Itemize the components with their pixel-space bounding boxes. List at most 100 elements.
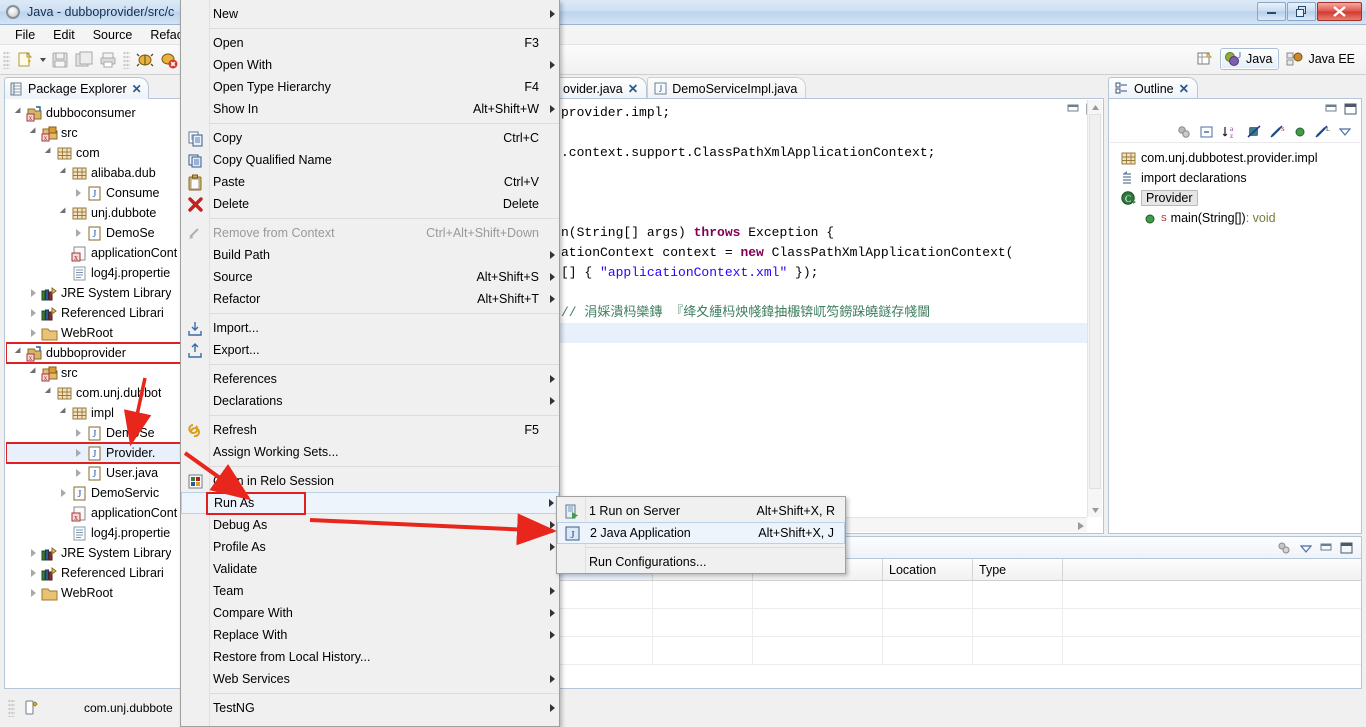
minimize-view-icon[interactable] <box>1320 542 1333 554</box>
editor-vertical-scrollbar[interactable] <box>1087 100 1102 517</box>
perspective-java[interactable]: J Java <box>1220 48 1280 70</box>
column-header-type[interactable]: Type <box>973 559 1063 580</box>
tree-item-src[interactable]: x src <box>6 123 182 143</box>
scroll-right-icon[interactable] <box>1077 520 1085 534</box>
tree-item-referenced-librari[interactable]: Referenced Librari <box>6 563 182 583</box>
menu-item-run-as[interactable]: Run As <box>181 492 559 515</box>
expand-arrow-icon[interactable] <box>42 383 55 403</box>
editor-tab-demoserviceimpl[interactable]: J DemoServiceImpl.java <box>647 77 807 99</box>
new-wizard-dropdown-icon[interactable] <box>37 49 48 71</box>
menu-item-validate[interactable]: Validate <box>181 558 559 580</box>
expand-arrow-icon[interactable] <box>12 103 25 123</box>
tree-item-com-unj-dubbot[interactable]: com.unj.dubbot <box>6 383 182 403</box>
outline-item-import-declarations[interactable]: import declarations <box>1110 168 1360 188</box>
outline-tab[interactable]: Outline ✕ <box>1108 77 1199 99</box>
menu-item-team[interactable]: Team <box>181 580 559 602</box>
view-menu-icon[interactable] <box>1338 124 1352 140</box>
menu-edit[interactable]: Edit <box>44 26 84 44</box>
tree-item-jre-system-library[interactable]: JRE System Library <box>6 543 182 563</box>
table-row[interactable] <box>557 581 1361 609</box>
submenu-item-1-run-on-server[interactable]: 1 Run on Server Alt+Shift+X, R <box>557 500 845 522</box>
open-perspective-icon[interactable] <box>1194 48 1216 70</box>
menu-item-profile-as[interactable]: Profile As <box>181 536 559 558</box>
save-icon[interactable] <box>49 49 71 71</box>
expand-arrow-icon[interactable] <box>27 363 40 383</box>
collapse-arrow-icon[interactable] <box>72 463 85 483</box>
tree-item-webroot[interactable]: WebRoot <box>6 583 182 603</box>
hide-fields-icon[interactable] <box>1246 124 1262 140</box>
tree-item-applicationcont[interactable]: x applicationCont <box>6 503 182 523</box>
tree-item-log4j-propertie[interactable]: log4j.propertie <box>6 263 182 283</box>
minimize-button[interactable] <box>1257 2 1286 21</box>
tree-item-demose[interactable]: J DemoSe <box>6 223 182 243</box>
menu-item-open-with[interactable]: Open With <box>181 54 559 76</box>
tree-item-com[interactable]: com <box>6 143 182 163</box>
table-row[interactable] <box>557 637 1361 665</box>
menu-item-export[interactable]: Export... <box>181 339 559 361</box>
submenu-item-2-java-application[interactable]: J 2 Java Application Alt+Shift+X, J <box>557 522 845 544</box>
collapse-arrow-icon[interactable] <box>27 323 40 343</box>
column-header-location[interactable]: Location <box>883 559 973 580</box>
close-button[interactable] <box>1317 2 1362 21</box>
collapse-arrow-icon[interactable] <box>27 283 40 303</box>
collapse-arrow-icon[interactable] <box>72 443 85 463</box>
maximize-view-icon[interactable] <box>1340 542 1353 554</box>
package-explorer-tab[interactable]: Package Explorer ✕ <box>4 77 149 99</box>
menu-item-paste[interactable]: Paste Ctrl+V <box>181 171 559 193</box>
close-icon[interactable]: ✕ <box>1179 81 1189 96</box>
collapse-arrow-icon[interactable] <box>27 303 40 323</box>
table-row[interactable] <box>557 609 1361 637</box>
submenu-item-run-configurations[interactable]: Run Configurations... <box>557 551 845 573</box>
menu-item-open[interactable]: Open F3 <box>181 32 559 54</box>
perspective-javaee[interactable]: Java EE <box>1282 48 1362 70</box>
collapse-arrow-icon[interactable] <box>72 423 85 443</box>
close-icon[interactable]: ✕ <box>132 82 142 96</box>
tree-item-dubboconsumer[interactable]: x dubboconsumer <box>6 103 182 123</box>
close-icon[interactable]: ✕ <box>628 81 638 96</box>
tree-item-consume[interactable]: J Consume <box>6 183 182 203</box>
debug-bug-icon[interactable] <box>158 49 180 71</box>
outline-item-main-string[interactable]: Smain(String[]) : void <box>1110 208 1360 228</box>
menu-item-copy-qualified-name[interactable]: Copy Qualified Name <box>181 149 559 171</box>
hide-nonpublic-icon[interactable] <box>1293 124 1307 140</box>
menu-item-refactor[interactable]: Refactor Alt+Shift+T <box>181 288 559 310</box>
expand-arrow-icon[interactable] <box>57 203 70 223</box>
outline-item-provider[interactable]: C Provider <box>1110 188 1360 208</box>
menu-item-testng[interactable]: TestNG <box>181 697 559 719</box>
menu-item-assign-working-sets[interactable]: Assign Working Sets... <box>181 441 559 463</box>
problems-filter-icon[interactable] <box>1276 540 1292 556</box>
tree-item-webroot[interactable]: WebRoot <box>6 323 182 343</box>
scroll-up-icon[interactable] <box>1088 100 1102 114</box>
menu-item-refresh[interactable]: Refresh F5 <box>181 419 559 441</box>
tree-item-applicationcont[interactable]: x applicationCont <box>6 243 182 263</box>
tree-item-provider[interactable]: J Provider. <box>6 442 182 464</box>
scroll-down-icon[interactable] <box>1088 503 1102 517</box>
menu-item-import[interactable]: Import... <box>181 317 559 339</box>
sort-members-icon[interactable] <box>1176 124 1192 140</box>
menu-item-references[interactable]: References <box>181 368 559 390</box>
tree-item-user-java[interactable]: J User.java <box>6 463 182 483</box>
outline-tree[interactable]: com.unj.dubbotest.provider.impl import de… <box>1110 144 1360 532</box>
menu-item-copy[interactable]: Copy Ctrl+C <box>181 127 559 149</box>
menu-item-build-path[interactable]: Build Path <box>181 244 559 266</box>
code-editor[interactable]: provider.impl; .context.support.ClassPat… <box>557 99 1087 517</box>
tree-item-src[interactable]: x src <box>6 363 182 383</box>
sort-az-icon[interactable]: az <box>1222 124 1239 140</box>
menu-item-show-in[interactable]: Show In Alt+Shift+W <box>181 98 559 120</box>
tree-item-referenced-librari[interactable]: Referenced Librari <box>6 303 182 323</box>
menu-item-declarations[interactable]: Declarations <box>181 390 559 412</box>
menu-file[interactable]: File <box>6 26 44 44</box>
menu-item-new[interactable]: New <box>181 3 559 25</box>
tree-item-demoservic[interactable]: J DemoServic <box>6 483 182 503</box>
menu-item-replace-with[interactable]: Replace With <box>181 624 559 646</box>
collapse-arrow-icon[interactable] <box>27 583 40 603</box>
menu-source[interactable]: Source <box>84 26 142 44</box>
new-wizard-icon[interactable] <box>14 49 36 71</box>
print-icon[interactable] <box>97 49 119 71</box>
view-menu-icon[interactable] <box>1299 541 1313 555</box>
menu-item-open-type-hierarchy[interactable]: Open Type Hierarchy F4 <box>181 76 559 98</box>
expand-arrow-icon[interactable] <box>57 163 70 183</box>
search-bug-icon[interactable] <box>134 49 156 71</box>
menu-item-restore-from-local-history[interactable]: Restore from Local History... <box>181 646 559 668</box>
collapse-arrow-icon[interactable] <box>72 183 85 203</box>
